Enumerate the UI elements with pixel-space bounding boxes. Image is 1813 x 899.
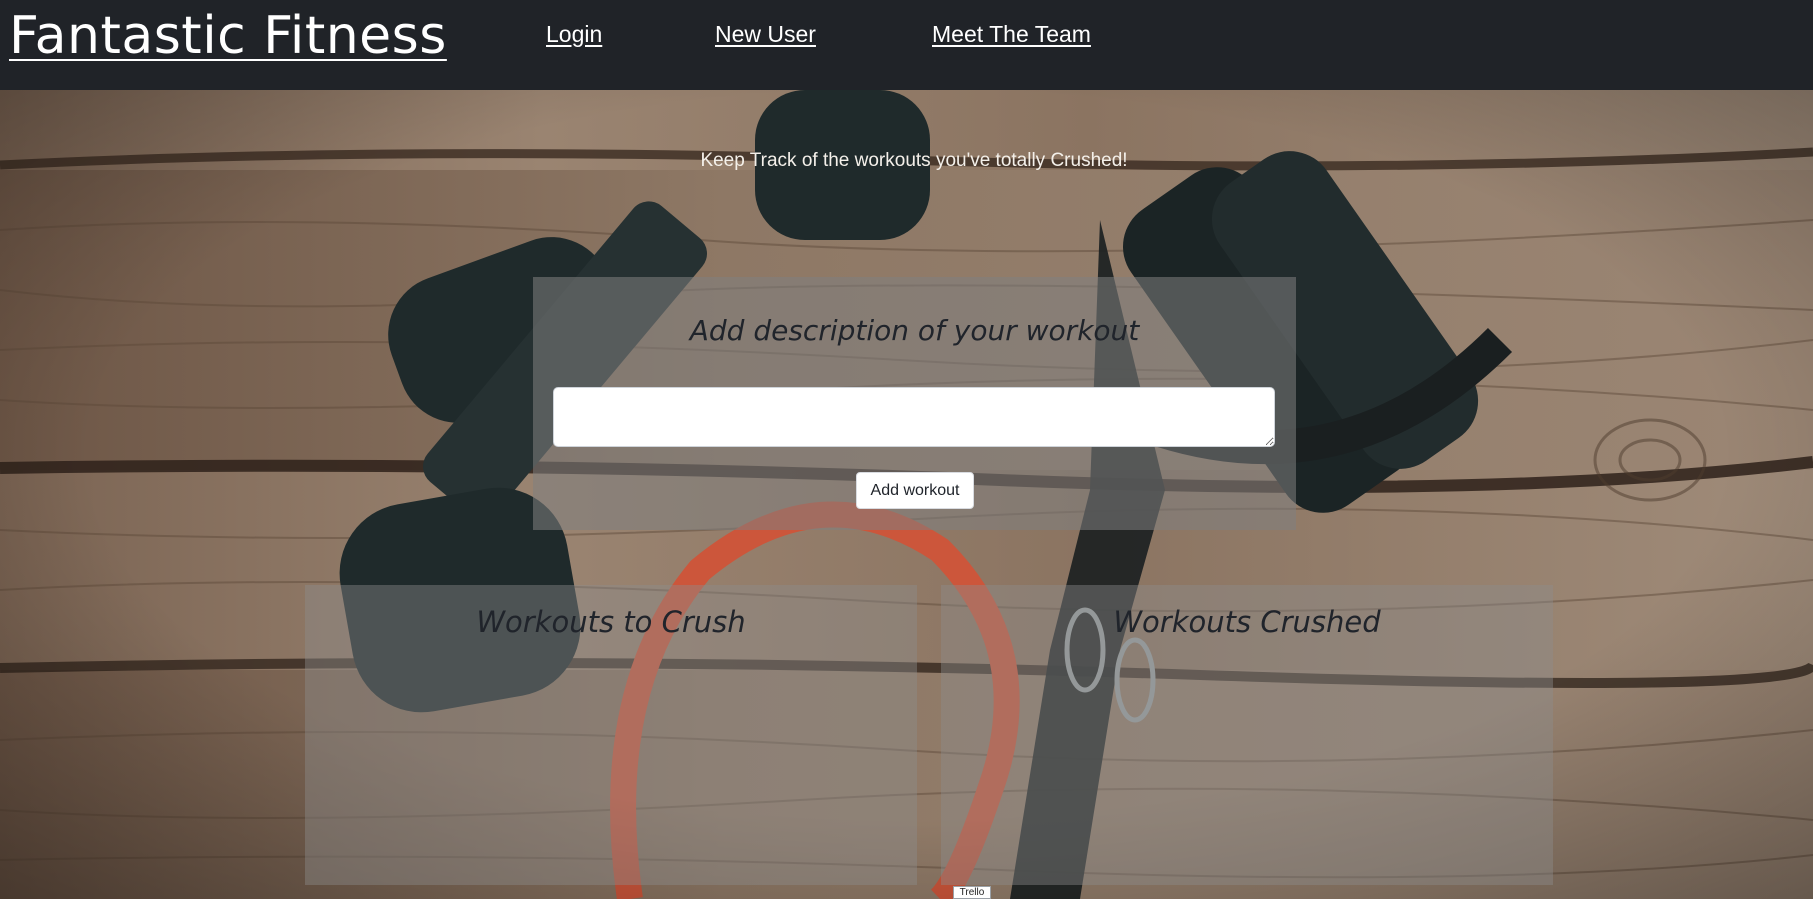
add-workout-button[interactable]: Add workout — [856, 472, 974, 509]
workouts-crushed-heading: Workouts Crushed — [1113, 605, 1381, 639]
workout-description-input[interactable] — [553, 387, 1275, 447]
navbar: Fantastic Fitness Login New User Meet Th… — [0, 0, 1813, 90]
workouts-to-crush-heading: Workouts to Crush — [476, 605, 746, 639]
trello-badge[interactable]: Trello — [953, 886, 991, 899]
nav-new-user-link[interactable]: New User — [715, 21, 816, 48]
tagline: Keep Track of the workouts you've totall… — [700, 150, 1128, 171]
workouts-crushed-column: Workouts Crushed — [941, 585, 1553, 885]
add-workout-heading: Add description of your workout — [689, 314, 1140, 347]
workouts-to-crush-column: Workouts to Crush — [305, 585, 917, 885]
add-workout-panel: Add description of your workout Add work… — [533, 277, 1296, 530]
nav-meet-the-team-link[interactable]: Meet The Team — [932, 21, 1091, 48]
nav-login-link[interactable]: Login — [546, 21, 602, 48]
brand-link[interactable]: Fantastic Fitness — [9, 6, 447, 66]
